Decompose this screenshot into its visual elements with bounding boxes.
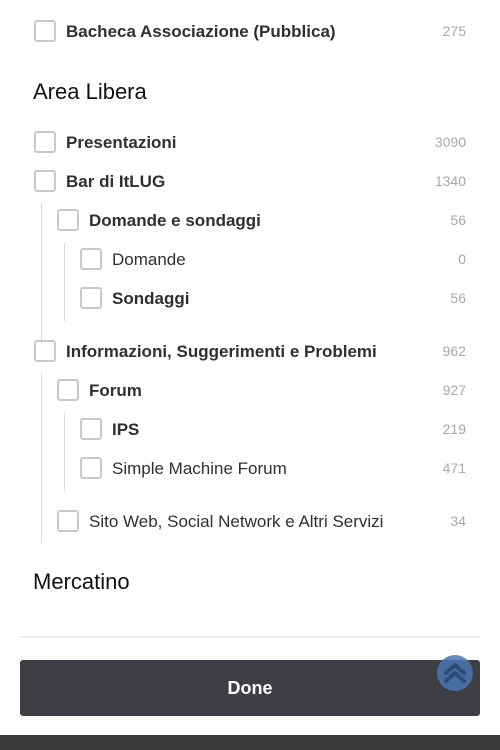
forum-label: Bacheca Associazione (Pubblica): [66, 22, 336, 41]
forum-label: Domande: [112, 250, 186, 269]
forum-item-ips[interactable]: IPS 219: [0, 418, 500, 448]
section-title-mercatino: Mercatino: [33, 569, 130, 594]
forum-count: 3090: [434, 134, 466, 150]
forum-count: 56: [450, 212, 466, 228]
forum-count: 927: [442, 382, 466, 398]
scroll-to-top-button[interactable]: [437, 655, 473, 691]
forum-count: 275: [442, 23, 466, 39]
forum-item-smf[interactable]: Simple Machine Forum 471: [0, 457, 500, 487]
forum-label: IPS: [112, 420, 140, 439]
forum-item-sito[interactable]: Sito Web, Social Network e Altri Servizi…: [0, 510, 500, 540]
forum-label: Sito Web, Social Network e Altri Servizi: [89, 512, 384, 531]
forum-label: Presentazioni: [66, 133, 177, 152]
forum-count: 1340: [434, 173, 466, 189]
forum-label: Domande e sondaggi: [89, 211, 261, 230]
forum-label: Sondaggi: [112, 289, 190, 308]
forum-list[interactable]: Bacheca Associazione (Pubblica) 275 Area…: [0, 0, 500, 638]
forum-count: 56: [450, 290, 466, 306]
forum-count: 0: [458, 251, 466, 267]
checkbox[interactable]: [57, 510, 79, 532]
forum-item-sondaggi[interactable]: Sondaggi 56: [0, 287, 500, 317]
checkbox[interactable]: [34, 340, 56, 362]
background-page-strip: [0, 735, 500, 750]
forum-count: 219: [442, 421, 466, 437]
forum-label: Bar di ItLUG: [66, 172, 166, 191]
checkbox[interactable]: [34, 20, 56, 42]
forum-label: Simple Machine Forum: [112, 459, 287, 478]
checkbox[interactable]: [57, 379, 79, 401]
forum-count: 471: [442, 460, 466, 476]
checkbox[interactable]: [57, 209, 79, 231]
forum-item-bacheca[interactable]: Bacheca Associazione (Pubblica) 275: [0, 20, 500, 50]
forum-item-domande-sondaggi[interactable]: Domande e sondaggi 56: [0, 209, 500, 239]
forum-item-presentazioni[interactable]: Presentazioni 3090: [0, 131, 500, 161]
checkbox[interactable]: [80, 248, 102, 270]
done-button[interactable]: Done: [20, 660, 480, 716]
chevron-up-icon: [444, 663, 466, 683]
checkbox[interactable]: [80, 457, 102, 479]
forum-count: 962: [442, 343, 466, 359]
checkbox[interactable]: [34, 170, 56, 192]
section-title-area-libera: Area Libera: [33, 79, 147, 104]
forum-label: Forum: [89, 381, 142, 400]
forum-item-domande[interactable]: Domande 0: [0, 248, 500, 278]
forum-item-bar[interactable]: Bar di ItLUG 1340: [0, 170, 500, 200]
checkbox[interactable]: [34, 131, 56, 153]
forum-count: 34: [450, 513, 466, 529]
forum-item-informazioni[interactable]: Informazioni, Suggerimenti e Problemi 96…: [0, 340, 500, 370]
checkbox[interactable]: [80, 287, 102, 309]
forum-label: Informazioni, Suggerimenti e Problemi: [66, 342, 377, 361]
forum-filter-sheet: Bacheca Associazione (Pubblica) 275 Area…: [0, 0, 500, 750]
divider: [20, 636, 480, 638]
checkbox[interactable]: [80, 418, 102, 440]
forum-item-forum[interactable]: Forum 927: [0, 379, 500, 409]
